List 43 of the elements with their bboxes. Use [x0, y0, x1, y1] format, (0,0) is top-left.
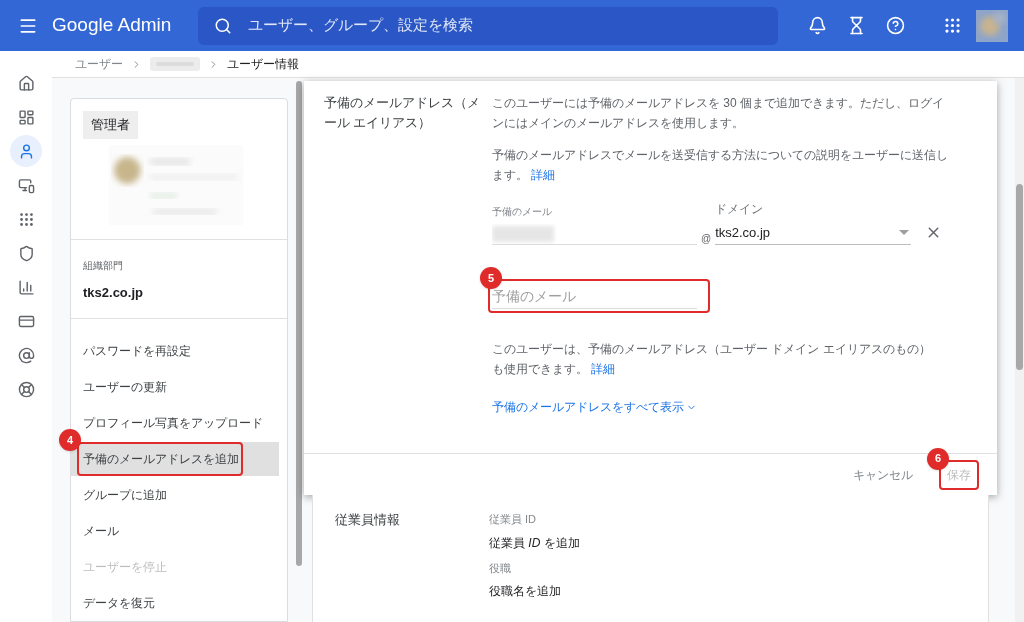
role-badge: 管理者 [83, 111, 138, 139]
user-action-item[interactable]: データを復元 [71, 586, 279, 620]
step-number-badge: 6 [927, 447, 949, 470]
alias-email-field[interactable]: 予備のメール [492, 283, 697, 309]
org-unit-value: tks2.co.jp [83, 283, 144, 302]
user-icon[interactable] [10, 135, 42, 167]
step-number-badge: 5 [480, 267, 502, 289]
field-label: ドメイン [715, 201, 765, 217]
field-label: 役職 [489, 560, 512, 576]
show-all-link[interactable]: 予備のメールアドレスをすべて表示 [492, 397, 697, 417]
field-value: 従業員 ID を追加 [489, 534, 580, 552]
hourglass-icon[interactable] [847, 16, 866, 35]
user-action-item[interactable]: メール [71, 514, 279, 548]
field-label: 従業員 ID [489, 512, 538, 527]
org-unit-label: 組織部門 [83, 258, 124, 273]
dropdown-triangle-icon [899, 230, 910, 235]
apps-grid-icon[interactable] [943, 16, 962, 35]
section-title: 予備のメールアドレス（メール エイリアス） [324, 95, 481, 132]
learn-more-link[interactable]: 詳細 [531, 168, 556, 182]
product-name: Google Admin [52, 13, 173, 38]
help-text: 予備のメールアドレスでメールを送受信する方法についての説明をユーザーに送信します。 詳細 [492, 147, 949, 184]
search-icon [214, 16, 232, 35]
scrollbar-thumb[interactable] [296, 81, 302, 566]
user-action-item[interactable]: パスワードを再設定 [71, 334, 279, 368]
help-icon[interactable] [886, 16, 905, 35]
cancel-button[interactable]: キャンセル [845, 459, 921, 490]
bell-icon[interactable] [808, 16, 827, 35]
user-action-item[interactable]: ユーザーの更新 [71, 370, 279, 404]
breadcrumb-link[interactable]: ユーザー [75, 55, 123, 73]
domain-select[interactable]: tks2.co.jp [715, 221, 912, 245]
learn-more-link[interactable]: 詳細 [591, 362, 616, 376]
search-field[interactable]: ユーザー、グループ、設定を検索 [248, 14, 762, 37]
search-field[interactable]: ユーザー、グループ、設定を検索 [198, 6, 778, 45]
step-number-badge: 4 [59, 429, 81, 451]
note-text: このユーザーは、予備のメールアドレス（ユーザー ドメイン エイリアスのもの）も使用できます。 詳細 [492, 341, 932, 378]
scrollbar-thumb[interactable] [1016, 184, 1023, 370]
description-text: このユーザーには予備のメールアドレスを 30 個まで追加できます。ただし、ログインにはメインのメールアドレスを使用します。 [492, 95, 945, 132]
at-sign: @ [701, 233, 712, 245]
field-label: 予備のメール [492, 205, 553, 219]
section-title: 従業員情報 [335, 512, 401, 529]
breadcrumb-current: ユーザー情報 [227, 56, 299, 73]
field-value: 役職名を追加 [489, 583, 562, 600]
user-action-item[interactable]: グループに追加 [71, 478, 279, 512]
